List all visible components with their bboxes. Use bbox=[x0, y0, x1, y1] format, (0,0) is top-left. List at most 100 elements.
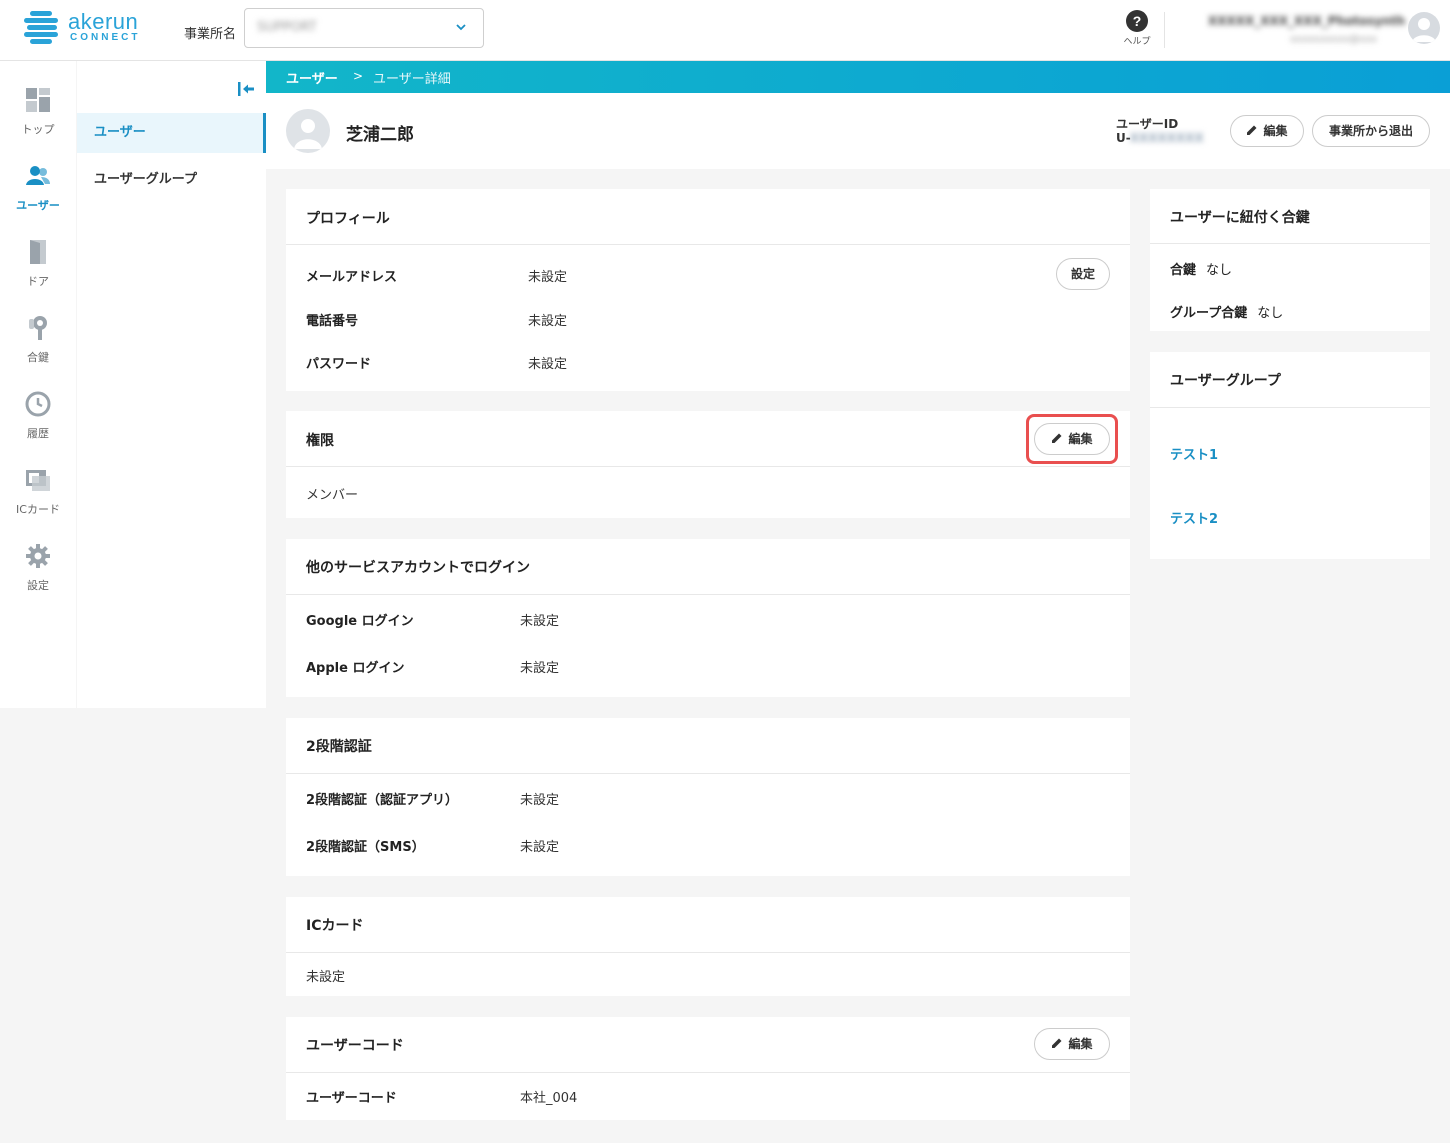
apple-login-label: Apple ログイン bbox=[306, 661, 405, 676]
ic-card-card: ICカード 未設定 bbox=[286, 897, 1130, 996]
nav-doors-label: ドア bbox=[27, 275, 49, 288]
subnav-item-user-groups[interactable]: ユーザーグループ bbox=[77, 160, 266, 200]
edit-user-button[interactable]: 編集 bbox=[1230, 115, 1304, 147]
nav-users[interactable]: ユーザー bbox=[0, 163, 76, 223]
profile-phone-label: 電話番号 bbox=[306, 314, 359, 329]
divider bbox=[1150, 243, 1430, 244]
nav-history-label: 履歴 bbox=[27, 427, 49, 440]
user-code-value: 本社_004 bbox=[520, 1091, 578, 1106]
page-title: 芝浦二郎 bbox=[346, 125, 414, 145]
user-groups-title: ユーザーグループ bbox=[1170, 373, 1281, 389]
nav-settings[interactable]: 設定 bbox=[0, 543, 76, 603]
pencil-icon bbox=[1052, 433, 1062, 443]
user-code-label: ユーザーコード bbox=[306, 1091, 397, 1106]
edit-user-label: 編集 bbox=[1263, 124, 1288, 138]
group-link[interactable]: テスト2 bbox=[1170, 508, 1218, 527]
business-select[interactable]: SUPPORT bbox=[244, 8, 484, 48]
group-keys-label: グループ合鍵 bbox=[1170, 306, 1248, 321]
profile-password-label: パスワード bbox=[306, 357, 372, 372]
nav-doors[interactable]: ドア bbox=[0, 239, 76, 299]
permission-value: メンバー bbox=[306, 488, 359, 503]
account-avatar[interactable] bbox=[1408, 12, 1440, 44]
edit-user-code-button[interactable]: 編集 bbox=[1034, 1028, 1110, 1060]
two-factor-sms-value: 未設定 bbox=[520, 840, 560, 855]
gear-icon bbox=[26, 544, 50, 568]
profile-phone-value: 未設定 bbox=[528, 314, 568, 329]
key-icon bbox=[29, 316, 47, 340]
account-name[interactable]: XXXXX_XXX_XXX_Photosynth bbox=[1208, 14, 1405, 28]
keys-value: なし bbox=[1206, 263, 1233, 278]
main-nav-rail: トップ ユーザー ドア 合鍵 履歴 ICカード 設定 bbox=[0, 61, 76, 708]
user-id-number: XXXXXXXX bbox=[1129, 131, 1204, 145]
ic-card-icon bbox=[26, 470, 50, 491]
help-label: ヘルプ bbox=[1123, 37, 1151, 47]
help-icon: ? bbox=[1126, 10, 1148, 32]
user-id-value: U-XXXXXXXX bbox=[1116, 131, 1204, 145]
akerun-logo[interactable]: akerun CONNECT bbox=[24, 9, 144, 46]
account-email: xxxxxxxxxx@xxx bbox=[1290, 34, 1377, 45]
linked-keys-title: ユーザーに紐付く合鍵 bbox=[1170, 210, 1310, 226]
two-factor-title: 2段階認証 bbox=[306, 739, 372, 755]
nav-iccard[interactable]: ICカード bbox=[0, 467, 76, 527]
subnav-item-users[interactable]: ユーザー bbox=[77, 113, 266, 153]
header-divider bbox=[1164, 12, 1165, 48]
divider bbox=[286, 244, 1130, 245]
user-id-label: ユーザーID bbox=[1116, 117, 1179, 131]
logo-sub: CONNECT bbox=[70, 32, 141, 43]
profile-title: プロフィール bbox=[306, 211, 390, 227]
collapse-sidebar-icon[interactable] bbox=[237, 81, 255, 97]
ic-card-title: ICカード bbox=[306, 918, 364, 934]
business-select-value: SUPPORT bbox=[257, 20, 317, 35]
history-icon bbox=[25, 391, 51, 417]
help-button[interactable]: ? ヘルプ bbox=[1120, 10, 1154, 47]
leave-office-button[interactable]: 事業所から退出 bbox=[1312, 115, 1430, 147]
breadcrumb-current: ユーザー詳細 bbox=[373, 72, 451, 87]
two-factor-app-label: 2段階認証（認証アプリ） bbox=[306, 793, 459, 808]
users-icon bbox=[26, 166, 50, 185]
nav-keys-label: 合鍵 bbox=[27, 351, 49, 364]
divider bbox=[286, 952, 1130, 953]
pencil-icon bbox=[1247, 125, 1257, 135]
pencil-icon bbox=[1052, 1038, 1062, 1048]
user-groups-card: ユーザーグループ テスト1 テスト2 bbox=[1150, 352, 1430, 559]
person-icon bbox=[294, 119, 322, 149]
business-label: 事業所名 bbox=[184, 27, 237, 42]
top-bar: akerun CONNECT 事業所名 SUPPORT ? ヘルプ XXXXX_… bbox=[0, 0, 1450, 61]
nav-users-label: ユーザー bbox=[16, 199, 60, 212]
group-link[interactable]: テスト1 bbox=[1170, 444, 1218, 463]
divider bbox=[286, 466, 1130, 467]
permission-title: 権限 bbox=[306, 433, 334, 449]
profile-password-value: 未設定 bbox=[528, 357, 568, 372]
person-icon bbox=[1412, 18, 1436, 42]
edit-permission-label: 編集 bbox=[1068, 432, 1093, 446]
breadcrumb-separator: > bbox=[353, 69, 364, 83]
dashboard-icon bbox=[26, 88, 50, 112]
profile-email-value: 未設定 bbox=[528, 270, 568, 285]
profile-email-label: メールアドレス bbox=[306, 270, 398, 285]
user-id-prefix: U- bbox=[1116, 131, 1130, 145]
ic-card-value: 未設定 bbox=[306, 970, 346, 985]
sso-title: 他のサービスアカウントでログイン bbox=[306, 560, 530, 576]
permission-card: 権限 編集 メンバー bbox=[286, 411, 1130, 518]
nav-top-label: トップ bbox=[21, 123, 55, 136]
edit-user-code-label: 編集 bbox=[1068, 1037, 1093, 1051]
profile-card: プロフィール 設定 メールアドレス 未設定 電話番号 未設定 パスワード 未設定 bbox=[286, 189, 1130, 391]
chevron-down-icon bbox=[456, 24, 466, 31]
profile-set-button[interactable]: 設定 bbox=[1056, 258, 1110, 290]
divider bbox=[286, 1072, 1130, 1073]
user-code-card: ユーザーコード 編集 ユーザーコード 本社_004 bbox=[286, 1017, 1130, 1120]
nav-history[interactable]: 履歴 bbox=[0, 391, 76, 451]
keys-row: 合鍵 なし bbox=[1170, 259, 1232, 278]
google-login-label: Google ログイン bbox=[306, 614, 414, 629]
sub-nav: ユーザー ユーザーグループ bbox=[77, 61, 266, 708]
door-icon bbox=[30, 240, 46, 264]
user-code-title: ユーザーコード bbox=[306, 1038, 404, 1054]
nav-keys[interactable]: 合鍵 bbox=[0, 315, 76, 375]
google-login-value: 未設定 bbox=[520, 614, 560, 629]
breadcrumb-users[interactable]: ユーザー bbox=[286, 68, 338, 87]
sso-card: 他のサービスアカウントでログイン Google ログイン 未設定 Apple ロ… bbox=[286, 539, 1130, 697]
nav-top[interactable]: トップ bbox=[0, 87, 76, 147]
group-keys-row: グループ合鍵 なし bbox=[1170, 302, 1283, 321]
edit-permission-button[interactable]: 編集 bbox=[1034, 423, 1110, 455]
divider bbox=[1150, 407, 1430, 408]
